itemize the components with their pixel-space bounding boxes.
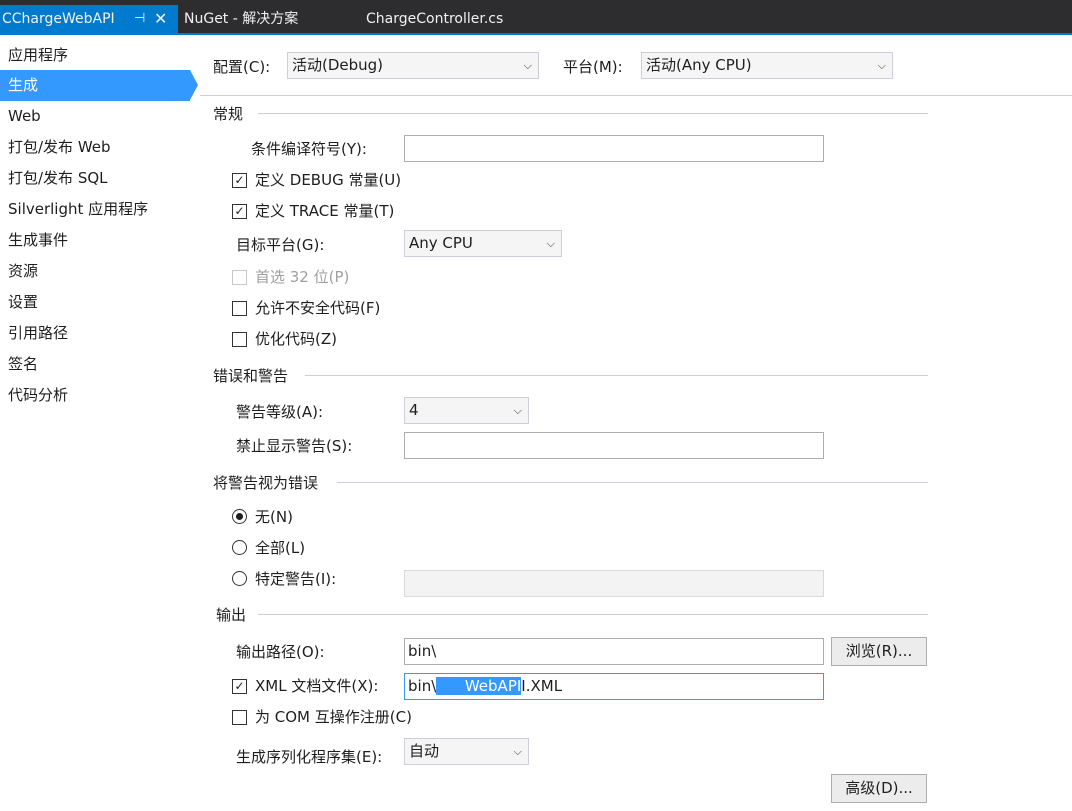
target-platform-select[interactable]: Any CPU ⌵ — [404, 230, 562, 257]
chevron-down-icon: ⌵ — [877, 59, 886, 72]
section-treat-line — [337, 482, 928, 483]
optimize-code-checkbox[interactable] — [232, 332, 247, 347]
chevron-down-icon: ⌵ — [513, 745, 522, 758]
sidebar-item-package-web[interactable]: 打包/发布 Web — [0, 132, 190, 163]
com-interop-checkbox[interactable] — [232, 710, 247, 725]
output-path-input[interactable]: bin\ — [404, 638, 824, 665]
section-errors-title: 错误和警告 — [213, 367, 289, 385]
xml-doc-checkbox[interactable]: ✓ — [232, 679, 247, 694]
chevron-down-icon: ⌵ — [546, 237, 555, 250]
define-trace-checkbox[interactable]: ✓ — [232, 204, 247, 219]
tab-project-properties[interactable]: CChargeWebAPI ⊣ ✕ — [0, 5, 178, 33]
prefer-32bit-label: 首选 32 位(P) — [255, 268, 350, 286]
sidebar-item-build[interactable]: 生成 — [0, 70, 198, 101]
document-tab-bar: CChargeWebAPI ⊣ ✕ NuGet - 解决方案 ChargeCon… — [0, 0, 1072, 33]
allow-unsafe-label: 允许不安全代码(F) — [255, 299, 381, 317]
target-platform-value: Any CPU — [409, 234, 473, 252]
chevron-down-icon: ⌵ — [523, 59, 532, 72]
define-debug-checkbox[interactable]: ✓ — [232, 173, 247, 188]
sidebar-item-web[interactable]: Web — [0, 101, 190, 132]
sidebar-item-code-analysis[interactable]: 代码分析 — [0, 380, 190, 411]
platform-select[interactable]: 活动(Any CPU) ⌵ — [641, 52, 893, 79]
platform-value: 活动(Any CPU) — [646, 56, 752, 74]
pin-icon[interactable]: ⊣ — [134, 5, 145, 33]
xml-doc-selection: WebAPI — [436, 677, 522, 695]
sidebar: 应用程序 生成 Web 打包/发布 Web 打包/发布 SQL Silverli… — [0, 35, 200, 811]
suppress-warnings-label: 禁止显示警告(S): — [236, 437, 353, 455]
xml-doc-suffix: I.XML — [521, 677, 563, 695]
xml-doc-label: XML 文档文件(X): — [255, 677, 379, 695]
serialization-select[interactable]: 自动 ⌵ — [404, 738, 529, 765]
config-label: 配置(C): — [213, 58, 271, 76]
sidebar-item-silverlight[interactable]: Silverlight 应用程序 — [0, 194, 190, 225]
xml-doc-prefix: bin\ — [408, 677, 437, 695]
section-output-title: 输出 — [216, 606, 247, 624]
tab-project-label: CChargeWebAPI — [2, 11, 115, 27]
tab-nuget[interactable]: NuGet - 解决方案 — [184, 5, 298, 33]
xml-doc-input[interactable]: bin\ WebAPII.XML — [404, 673, 824, 700]
close-icon[interactable]: ✕ — [154, 5, 167, 33]
sidebar-item-settings[interactable]: 设置 — [0, 287, 190, 318]
warning-level-value: 4 — [409, 401, 419, 419]
section-treat-title: 将警告视为错误 — [213, 474, 319, 492]
specific-warnings-input — [404, 570, 824, 597]
platform-label: 平台(M): — [563, 58, 623, 76]
browse-button[interactable]: 浏览(R)... — [831, 637, 927, 666]
com-interop-label: 为 COM 互操作注册(C) — [255, 708, 412, 726]
sidebar-item-build-events[interactable]: 生成事件 — [0, 225, 190, 256]
serialization-value: 自动 — [409, 742, 440, 760]
tab-nuget-label: NuGet - 解决方案 — [184, 11, 299, 27]
treat-specific-label: 特定警告(I): — [255, 570, 337, 588]
section-output-line — [258, 614, 928, 615]
treat-all-label: 全部(L) — [255, 539, 306, 557]
sidebar-item-application[interactable]: 应用程序 — [0, 40, 190, 71]
warning-level-label: 警告等级(A): — [236, 403, 324, 421]
allow-unsafe-checkbox[interactable] — [232, 301, 247, 316]
config-select[interactable]: 活动(Debug) ⌵ — [287, 52, 539, 79]
chevron-down-icon: ⌵ — [513, 404, 522, 417]
define-debug-label: 定义 DEBUG 常量(U) — [255, 171, 402, 189]
section-general-title: 常规 — [213, 105, 244, 123]
treat-all-radio[interactable] — [232, 540, 247, 555]
optimize-code-label: 优化代码(Z) — [255, 330, 337, 348]
treat-none-radio[interactable] — [232, 509, 247, 524]
tab-charge-controller-label: ChargeController.cs — [366, 11, 504, 27]
section-errors-line — [305, 375, 928, 376]
output-path-label: 输出路径(O): — [236, 643, 325, 661]
define-trace-label: 定义 TRACE 常量(T) — [255, 202, 395, 220]
config-value: 活动(Debug) — [292, 56, 384, 74]
warning-level-select[interactable]: 4 ⌵ — [404, 397, 529, 424]
target-platform-label: 目标平台(G): — [236, 236, 325, 254]
conditional-symbols-label: 条件编译符号(Y): — [251, 140, 367, 158]
prefer-32bit-checkbox — [232, 270, 247, 285]
serialization-label: 生成序列化程序集(E): — [236, 748, 383, 766]
sidebar-item-reference-paths[interactable]: 引用路径 — [0, 318, 190, 349]
conditional-symbols-input[interactable] — [404, 135, 824, 162]
config-divider — [200, 95, 1072, 96]
treat-specific-radio[interactable] — [232, 571, 247, 586]
section-general-line — [258, 113, 928, 114]
sidebar-item-resources[interactable]: 资源 — [0, 256, 190, 287]
advanced-button[interactable]: 高级(D)... — [831, 774, 927, 803]
treat-none-label: 无(N) — [255, 508, 293, 526]
suppress-warnings-input[interactable] — [404, 432, 824, 459]
sidebar-item-signing[interactable]: 签名 — [0, 349, 190, 380]
tab-charge-controller[interactable]: ChargeController.cs — [366, 5, 503, 33]
sidebar-item-package-sql[interactable]: 打包/发布 SQL — [0, 163, 190, 194]
